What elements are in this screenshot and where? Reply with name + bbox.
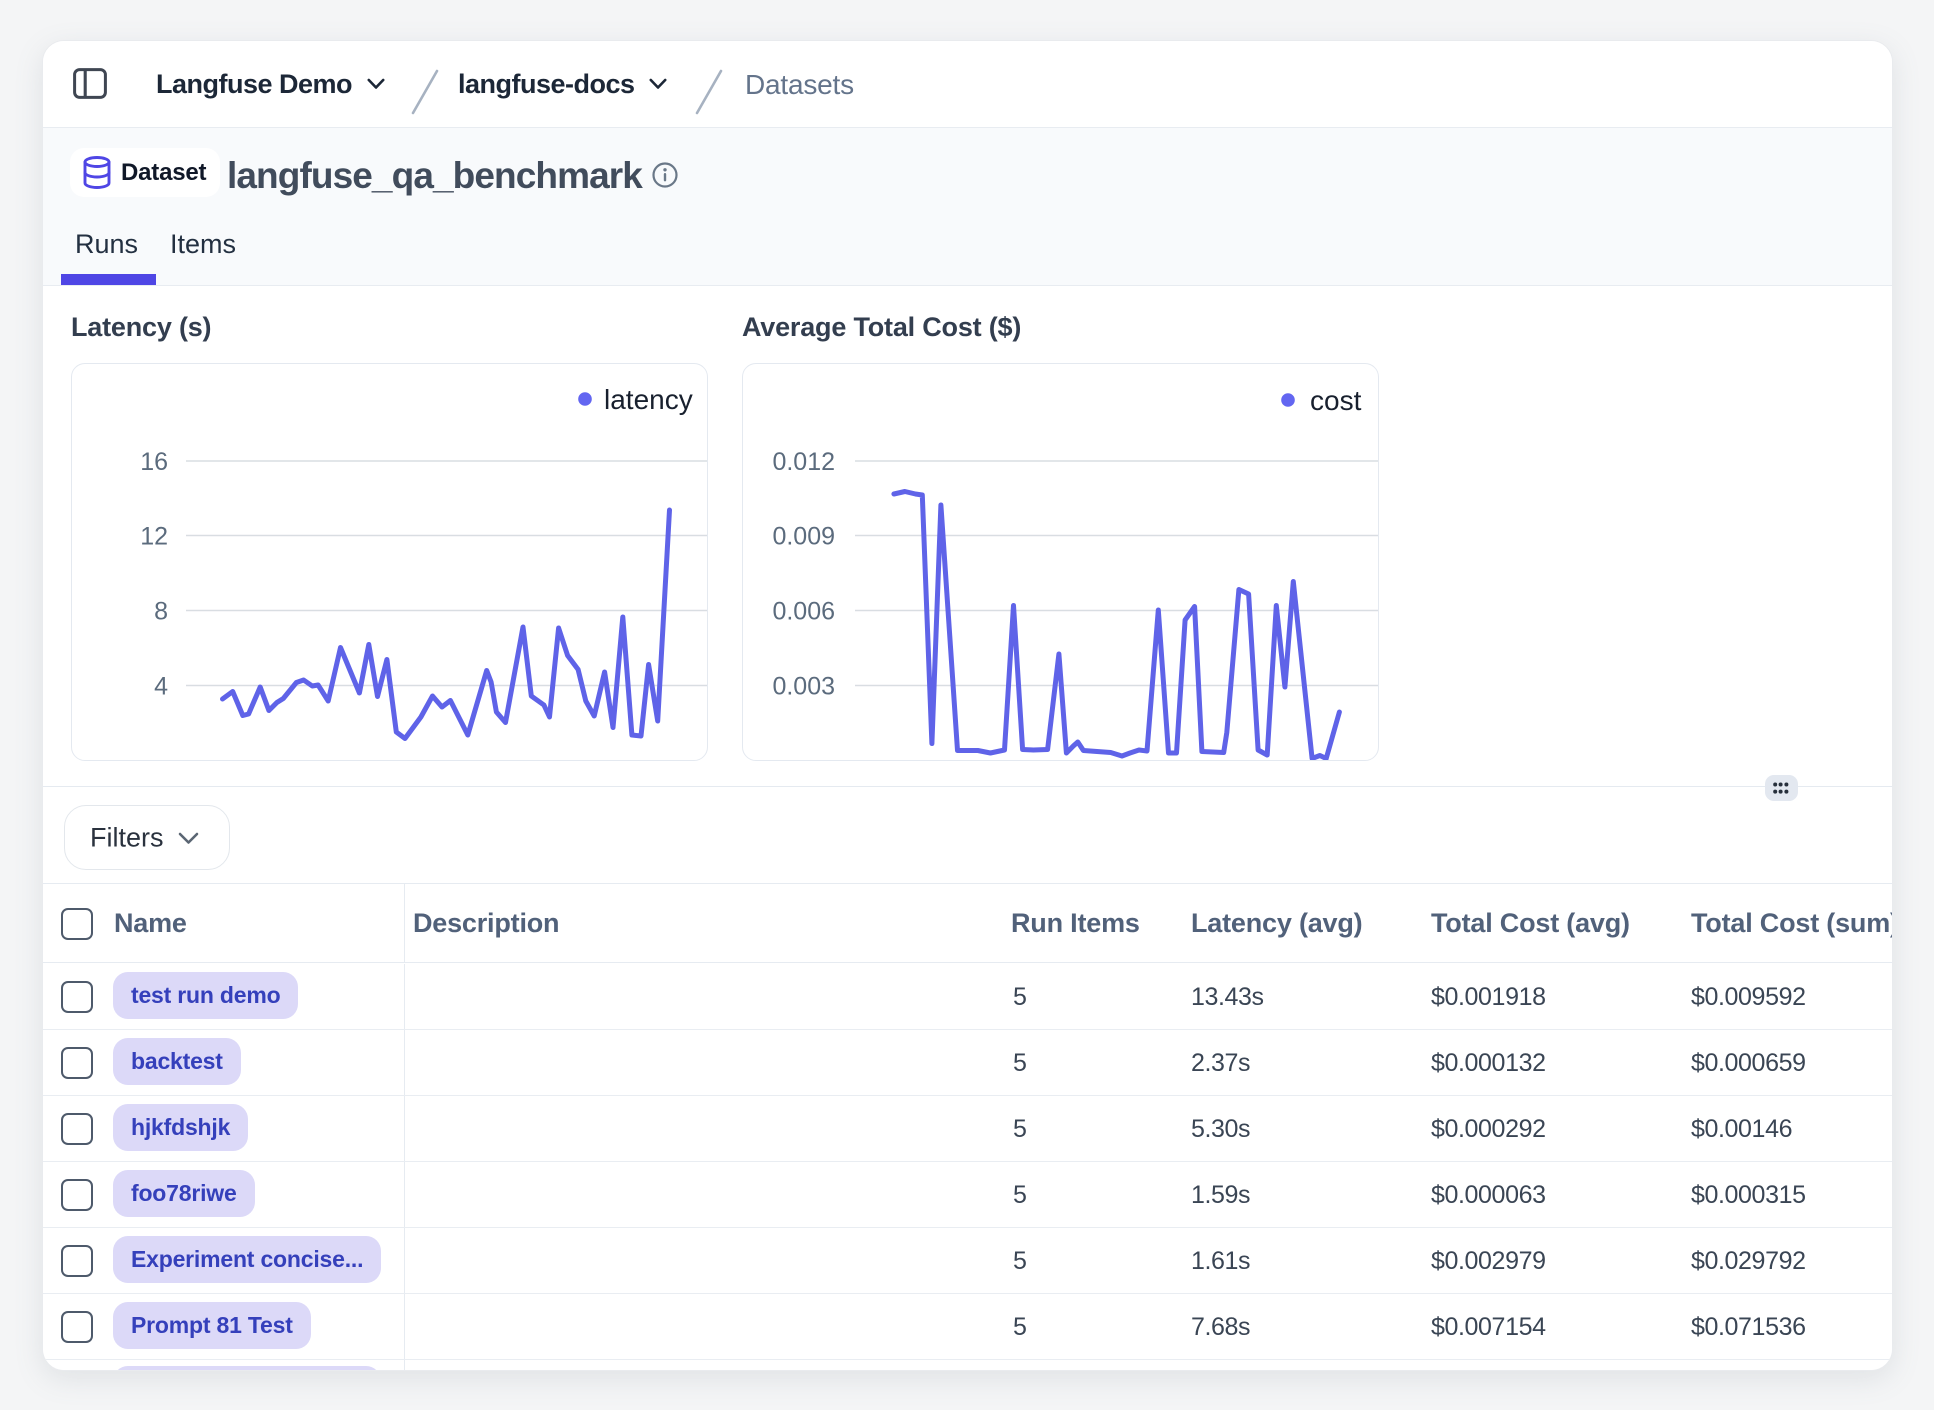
svg-text:0.012: 0.012	[772, 448, 835, 476]
svg-text:12: 12	[140, 523, 168, 551]
svg-text:4: 4	[154, 673, 168, 701]
svg-text:0.009: 0.009	[772, 523, 835, 551]
svg-text:0.003: 0.003	[772, 673, 835, 701]
svg-text:0.006: 0.006	[772, 598, 835, 626]
svg-text:8: 8	[154, 598, 168, 626]
svg-text:latency: latency	[604, 384, 693, 415]
svg-text:16: 16	[140, 448, 168, 476]
svg-text:cost: cost	[1310, 385, 1362, 416]
